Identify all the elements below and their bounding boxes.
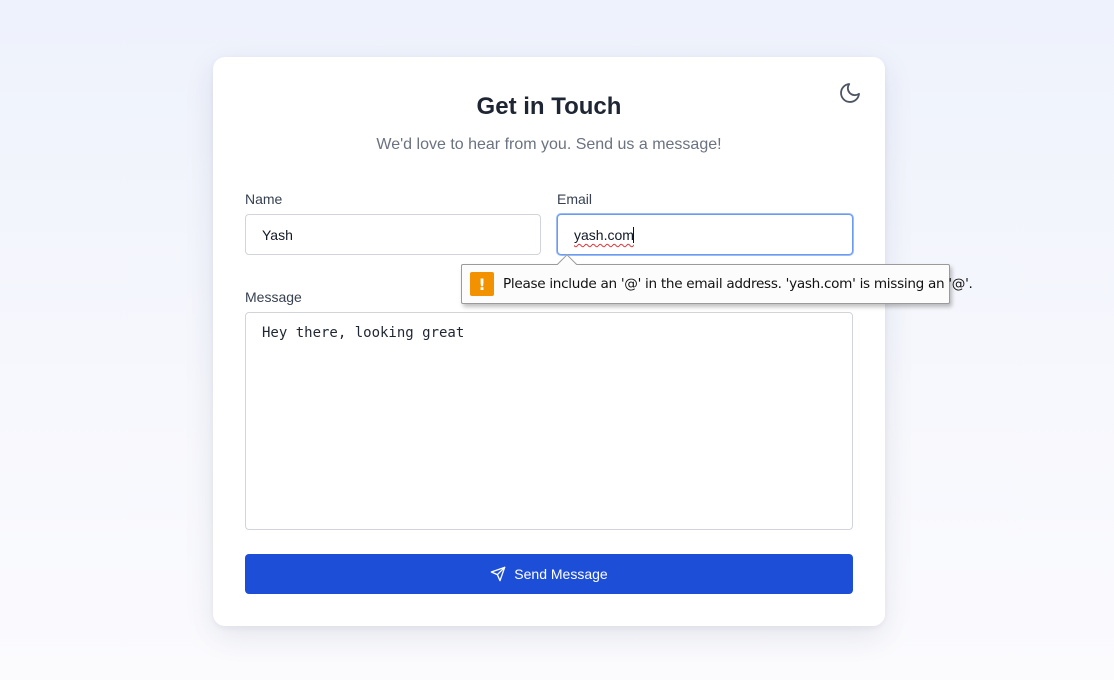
text-caret: [633, 227, 634, 243]
message-textarea[interactable]: Hey there, looking great: [245, 312, 853, 530]
send-message-button[interactable]: Send Message: [245, 554, 853, 594]
send-icon: [490, 566, 506, 582]
page-title: Get in Touch: [476, 93, 622, 120]
name-label: Name: [245, 191, 283, 207]
email-label: Email: [557, 191, 593, 207]
contact-card: Get in Touch We'd love to hear from you.…: [213, 57, 885, 626]
validation-tooltip: ! Please include an '@' in the email add…: [461, 254, 973, 304]
send-message-label: Send Message: [514, 566, 608, 582]
warning-icon: !: [470, 272, 494, 296]
message-label: Message: [245, 289, 302, 305]
email-input-value: yash.com: [574, 227, 634, 243]
name-input[interactable]: [245, 214, 541, 255]
email-input[interactable]: yash.com: [557, 214, 853, 255]
validation-message: Please include an '@' in the email addre…: [503, 276, 973, 292]
page-subtitle: We'd love to hear from you. Send us a me…: [376, 136, 722, 153]
